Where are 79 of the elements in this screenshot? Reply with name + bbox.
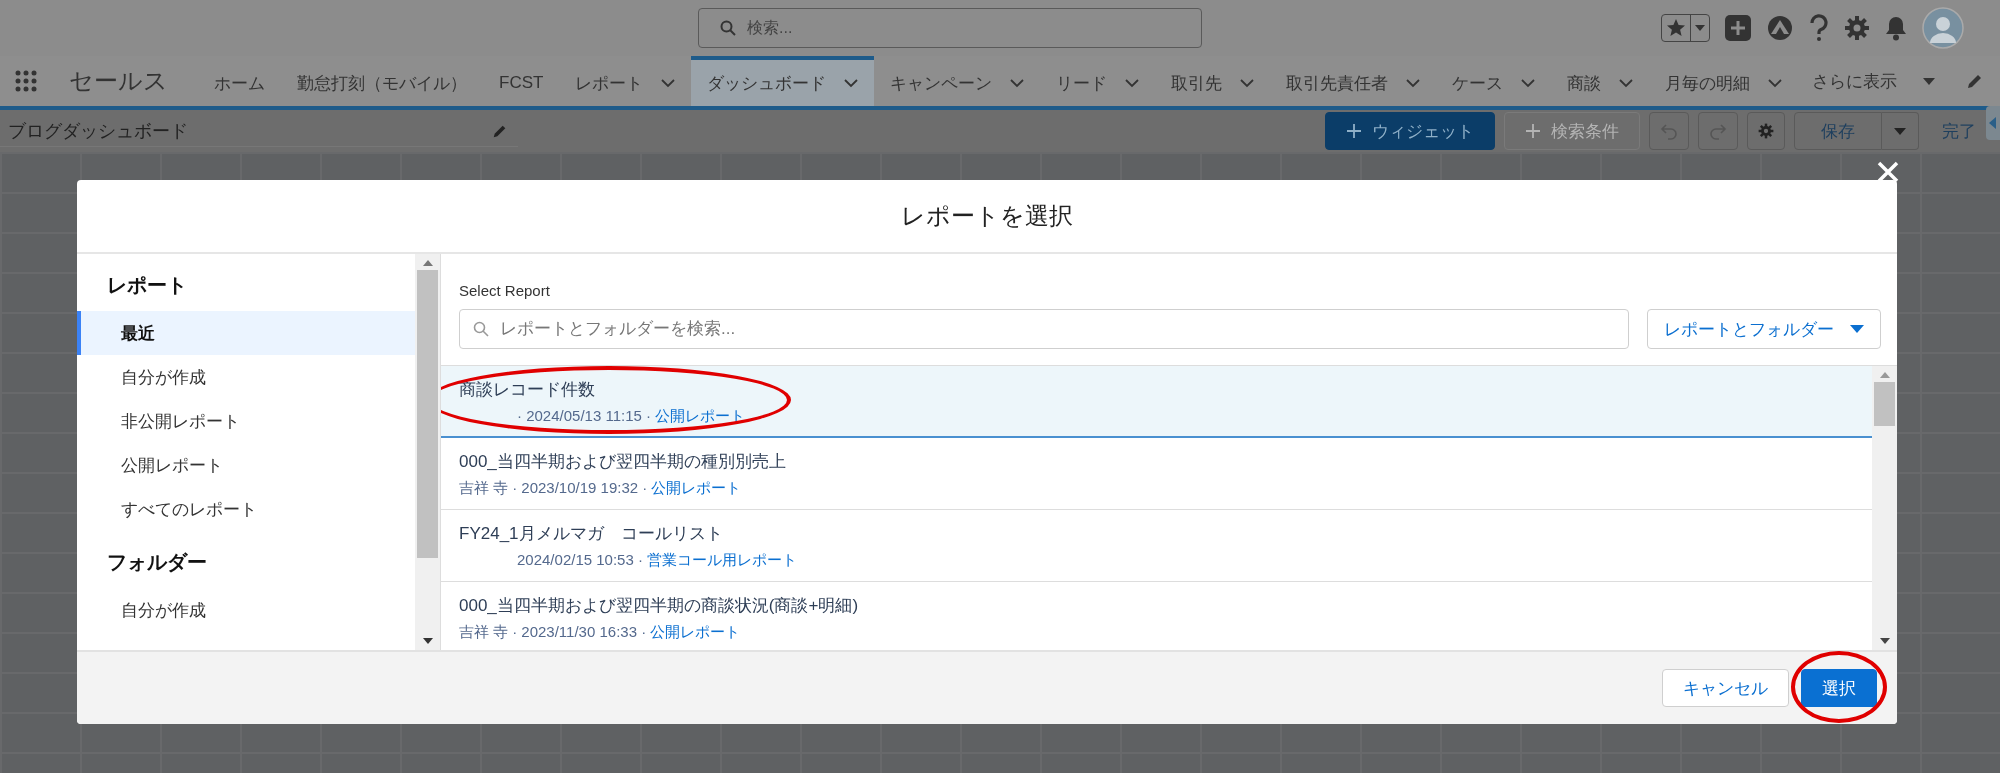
report-name: 000_当四半期および翌四半期の種別別売上 xyxy=(459,451,787,473)
report-row[interactable]: 000_当四半期および翌四半期の種別別売上 吉祥 寺 · 2023/10/19 19:32 · 公開レポート xyxy=(441,438,1872,510)
nav-tab[interactable]: レポート xyxy=(559,56,692,106)
filter-dropdown[interactable]: レポートとフォルダー xyxy=(1647,309,1881,349)
redo-icon xyxy=(1709,122,1727,140)
report-date: · 2023/10/19 19:32 · xyxy=(512,479,648,498)
nav-tab[interactable]: FCST xyxy=(483,56,560,106)
select-button[interactable]: 選択 xyxy=(1801,669,1877,707)
report-date: · 2023/11/30 16:33 · xyxy=(512,623,647,642)
dashboard-title: ブログダッシュボード xyxy=(8,119,188,143)
undo-icon xyxy=(1660,122,1678,140)
nav-tab[interactable]: ホーム xyxy=(198,56,281,106)
sidebar-item[interactable]: 公開レポート xyxy=(77,443,415,487)
report-row[interactable]: FY24_1月メルマガ コールリスト 2024/02/15 10:53 · 営業コール用レポート xyxy=(441,510,1872,582)
caret-icon xyxy=(1894,126,1906,136)
dialog-title: レポートを選択 xyxy=(901,201,1073,231)
sidebar-item[interactable]: すべてのレポート xyxy=(77,487,415,531)
save-menu-button[interactable] xyxy=(1882,112,1919,150)
notification-icon[interactable] xyxy=(1884,15,1908,41)
section-heading: レポート xyxy=(106,273,188,298)
sidebar-item[interactable]: 非公開レポート xyxy=(77,399,415,443)
report-owner: 吉祥 寺 xyxy=(459,479,509,498)
field-label: Select Report xyxy=(459,282,551,299)
report-date: 2024/02/15 10:53 · xyxy=(517,551,643,570)
report-name: 商談レコード件数 xyxy=(459,379,596,401)
scroll-thumb[interactable] xyxy=(1874,382,1895,426)
sidebar-item[interactable]: 自分が作成 xyxy=(77,588,415,632)
nav-tab[interactable]: 取引先 xyxy=(1155,56,1271,106)
caret-icon xyxy=(1989,117,1997,129)
cancel-button[interactable]: キャンセル xyxy=(1662,669,1789,707)
settings-icon[interactable] xyxy=(1844,15,1870,41)
scroll-up-icon[interactable] xyxy=(1879,372,1890,378)
sidebar-item[interactable]: 自分が作成 xyxy=(77,355,415,399)
panel-toggle-button[interactable] xyxy=(1986,106,2000,140)
settings-icon xyxy=(1758,123,1774,139)
search-icon xyxy=(720,20,736,36)
search-field[interactable]: 検索... xyxy=(698,8,1202,48)
scroll-down-icon[interactable] xyxy=(422,638,433,644)
scrollbar[interactable] xyxy=(1872,366,1897,650)
plus-icon xyxy=(1346,123,1362,139)
report-name: FY24_1月メルマガ コールリスト xyxy=(459,523,724,545)
plus-icon xyxy=(1525,123,1541,139)
more-tabs-menu[interactable]: さらに表示 xyxy=(1798,69,1950,93)
mountain-icon[interactable] xyxy=(1766,14,1794,42)
caret-icon xyxy=(1923,76,1936,86)
report-date: · 2024/05/13 11:15 · xyxy=(517,407,651,426)
nav-tab[interactable]: 商談 xyxy=(1551,56,1650,106)
scroll-thumb[interactable] xyxy=(417,270,438,558)
scroll-down-icon[interactable] xyxy=(1879,638,1890,644)
star-icon xyxy=(1666,18,1686,38)
scrollbar[interactable] xyxy=(415,254,440,650)
app-launcher-icon[interactable] xyxy=(15,70,37,92)
sidebar-item[interactable]: 最近 xyxy=(77,311,415,355)
nav-tab[interactable]: ダッシュボード xyxy=(691,56,875,106)
plus-icon[interactable] xyxy=(1724,14,1752,42)
nav-tab[interactable]: リード xyxy=(1040,56,1156,106)
report-owner: 吉祥 寺 xyxy=(459,623,509,642)
nav-tab[interactable]: 月毎の明細 xyxy=(1649,56,1799,106)
nav-tab[interactable]: 勤怠打刻（モバイル） xyxy=(281,56,483,106)
section-heading: フォルダー xyxy=(106,550,208,575)
pencil-icon[interactable] xyxy=(1966,72,1984,90)
nav-tab[interactable]: 取引先責任者 xyxy=(1270,56,1437,106)
nav-tab[interactable]: キャンペーン xyxy=(874,56,1041,106)
close-icon[interactable] xyxy=(1876,160,1900,184)
caret-icon xyxy=(1695,24,1705,32)
search-icon xyxy=(473,321,489,337)
help-icon[interactable] xyxy=(1808,14,1830,42)
folder-link[interactable]: 営業コール用レポート xyxy=(646,551,797,570)
app-name: セールス xyxy=(69,66,168,96)
caret-icon xyxy=(1850,324,1864,334)
favorites-button[interactable] xyxy=(1661,14,1710,42)
settings-button[interactable] xyxy=(1747,112,1785,150)
scroll-up-icon[interactable] xyxy=(422,260,433,266)
folder-link[interactable]: 公開レポート xyxy=(651,479,742,498)
nav-tab[interactable]: ケース xyxy=(1436,56,1552,106)
report-name: 000_当四半期および翌四半期の商談状況(商談+明細) xyxy=(459,595,860,617)
avatar-icon[interactable] xyxy=(1922,7,1964,49)
add-widget-button[interactable]: ウィジェット xyxy=(1325,112,1495,150)
folder-link[interactable]: 公開レポート xyxy=(650,623,741,642)
